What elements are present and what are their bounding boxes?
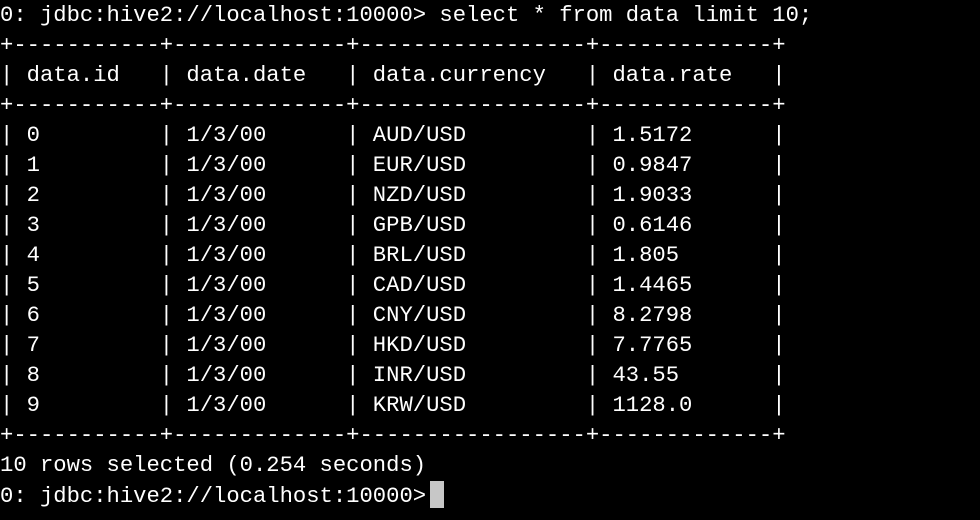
command-line: 0: jdbc:hive2://localhost:10000> select … [0, 1, 980, 31]
table-row: | 7 | 1/3/00 | HKD/USD | 7.7765 | [0, 333, 786, 358]
table-border-mid: +-----------+-------------+-------------… [0, 93, 786, 118]
table-row: | 5 | 1/3/00 | CAD/USD | 1.4465 | [0, 273, 786, 298]
command-text: select * from data limit 10; [439, 3, 813, 28]
prompt-line[interactable]: 0: jdbc:hive2://localhost:10000> [0, 481, 980, 511]
table-border-bottom: +-----------+-------------+-------------… [0, 423, 786, 448]
table-row: | 0 | 1/3/00 | AUD/USD | 1.5172 | [0, 123, 786, 148]
table-row: | 9 | 1/3/00 | KRW/USD | 1128.0 | [0, 393, 786, 418]
prompt-text: 0: jdbc:hive2://localhost:10000> [0, 484, 427, 509]
result-summary: 10 rows selected (0.254 seconds) [0, 453, 427, 478]
table-row: | 6 | 1/3/00 | CNY/USD | 8.2798 | [0, 303, 786, 328]
table-border-top: +-----------+-------------+-------------… [0, 33, 786, 58]
table-row: | 4 | 1/3/00 | BRL/USD | 1.805 | [0, 243, 786, 268]
table-row: | 1 | 1/3/00 | EUR/USD | 0.9847 | [0, 153, 786, 178]
table-row: | 2 | 1/3/00 | NZD/USD | 1.9033 | [0, 183, 786, 208]
terminal-window[interactable]: 0: jdbc:hive2://localhost:10000> select … [0, 0, 980, 520]
table-row: | 3 | 1/3/00 | GPB/USD | 0.6146 | [0, 213, 786, 238]
prompt-text: 0: jdbc:hive2://localhost:10000> [0, 3, 427, 28]
text-cursor [430, 481, 445, 508]
table-row: | 8 | 1/3/00 | INR/USD | 43.55 | [0, 363, 786, 388]
table-header: | data.id | data.date | data.currency | … [0, 63, 786, 88]
